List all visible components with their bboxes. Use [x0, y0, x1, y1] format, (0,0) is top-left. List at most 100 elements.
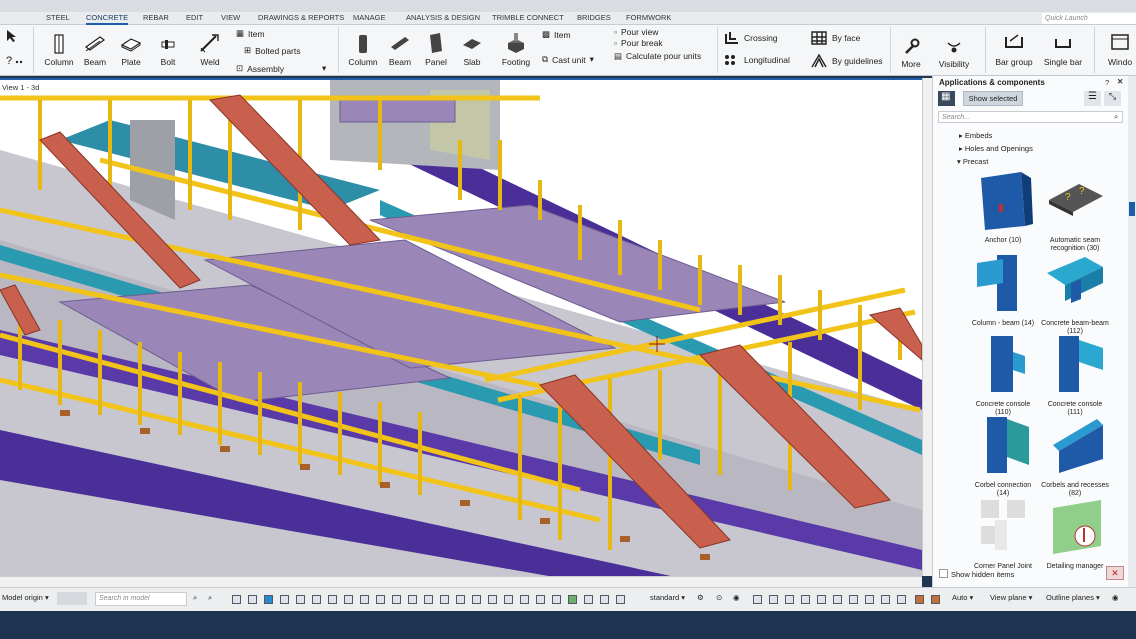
tree-item-embeds[interactable]: ▸ Embeds [959, 131, 992, 140]
snap-tool-button[interactable]: ? [5, 53, 25, 69]
view-tool-icon[interactable] [753, 595, 762, 604]
view-align-icon[interactable] [881, 595, 890, 604]
select-welds-icon[interactable] [328, 595, 337, 604]
cast-unit-button[interactable]: ⧉ Cast unit ▾ [542, 54, 594, 65]
select-icon[interactable] [232, 595, 241, 604]
view-square-icon[interactable] [801, 595, 810, 604]
model-origin-dropdown[interactable]: Model origin ▾ [2, 593, 49, 602]
bolted-parts-button[interactable]: ⊞ Bolted parts [244, 45, 301, 56]
view-measure-icon[interactable] [897, 595, 906, 604]
slab-button[interactable]: Slab [460, 33, 484, 67]
component-concrete-console-110[interactable]: Concrete console (110) [969, 334, 1037, 417]
tab-edit[interactable]: EDIT [186, 13, 203, 22]
tab-trimble-connect[interactable]: TRIMBLE CONNECT [492, 13, 564, 22]
select-tool-button[interactable] [5, 29, 19, 45]
calculate-pour-units-button[interactable]: ▤ Calculate pour units [614, 51, 706, 61]
snap-midpoint-icon[interactable] [408, 595, 417, 604]
select-objects-icon[interactable] [264, 595, 273, 604]
component-corner-panel-joint[interactable]: Corner Panel Joint [969, 496, 1037, 571]
snap-settings-icon[interactable] [616, 595, 625, 604]
snap-tangent-icon[interactable] [520, 595, 529, 604]
standard-dropdown[interactable]: standard ▾ [650, 593, 685, 602]
concrete-column-button[interactable]: Column [348, 33, 378, 67]
viewport-vertical-scrollbar[interactable] [922, 78, 932, 576]
eye-icon[interactable]: ◉ [733, 593, 740, 602]
bolt-button[interactable]: Bolt [156, 33, 180, 67]
snap-nearest-icon[interactable] [456, 595, 465, 604]
crossing-button[interactable]: Crossing [724, 30, 778, 46]
tab-formwork[interactable]: FORMWORK [626, 13, 671, 22]
assembly-button[interactable]: ⊡ Assembly ▾ [236, 63, 326, 74]
visibility-button[interactable]: Visibility [936, 37, 972, 69]
bar-group-button[interactable]: Bar group [994, 31, 1034, 67]
tab-concrete[interactable]: CONCRETE [86, 13, 129, 25]
tree-item-precast[interactable]: ▾ Precast [957, 157, 988, 166]
snap-geometry-icon[interactable] [552, 595, 561, 604]
concrete-item-button[interactable]: ▩ Item [542, 29, 571, 40]
concrete-beam-button[interactable]: Beam [387, 33, 413, 67]
snap-endpoint-icon[interactable] [376, 595, 385, 604]
filter-icon[interactable]: ⊙ [716, 593, 722, 602]
window-button[interactable]: Windo [1104, 31, 1136, 67]
plate-button[interactable]: Plate [118, 33, 144, 67]
model-search-input[interactable]: Search in model [95, 592, 187, 606]
snap-grid-icon[interactable] [584, 595, 593, 604]
component-corbel-connection[interactable]: Corbel connection (14) [969, 415, 1037, 498]
panel-button[interactable]: Panel [424, 31, 448, 67]
component-detailing-manager[interactable]: Detailing manager [1041, 496, 1109, 571]
by-guidelines-button[interactable]: By guidelines [810, 53, 883, 69]
steel-beam-button[interactable]: Beam [82, 33, 108, 67]
view-shade-icon[interactable] [833, 595, 842, 604]
select-components-icon[interactable] [280, 595, 289, 604]
snap-line-icon[interactable] [472, 595, 481, 604]
select-grids-icon[interactable] [344, 595, 353, 604]
component-concrete-console-111[interactable]: Concrete console (111) [1041, 334, 1109, 417]
view-color-icon[interactable] [915, 595, 924, 604]
single-bar-button[interactable]: Single bar [1042, 31, 1084, 67]
snap-intersection-icon[interactable] [392, 595, 401, 604]
tree-item-holes-openings[interactable]: ▸ Holes and Openings [959, 144, 1033, 153]
collapse-icon[interactable]: ⤡ [1104, 91, 1121, 106]
search-icon[interactable]: ⌕ [1114, 112, 1118, 122]
origin-buttons[interactable] [57, 592, 87, 605]
tab-view[interactable]: VIEW [221, 13, 240, 22]
select-lines-icon[interactable] [312, 595, 321, 604]
quick-launch-input[interactable]: Quick Launch [1042, 13, 1136, 24]
view-box-icon[interactable] [769, 595, 778, 604]
view-wire-icon[interactable] [849, 595, 858, 604]
pour-break-button[interactable]: ▫ Pour break [614, 38, 663, 48]
zoom-search-icon[interactable]: ⌕ [208, 593, 212, 603]
component-automatic-seam-recognition[interactable]: ?? Automatic seam recognition (30) [1041, 170, 1109, 253]
steel-column-button[interactable]: Column [44, 33, 74, 67]
tab-rebar[interactable]: REBAR [143, 13, 169, 22]
tab-analysis-design[interactable]: ANALYSIS & DESIGN [406, 13, 480, 22]
snap-free-icon[interactable] [488, 595, 497, 604]
tab-steel[interactable]: STEEL [46, 13, 70, 22]
clear-filter-icon[interactable]: ✕ [1106, 566, 1124, 580]
snap-plane-icon[interactable] [536, 595, 545, 604]
snap-reference-icon[interactable] [568, 595, 577, 604]
component-concrete-beam-beam[interactable]: Concrete beam-beam (112) [1041, 253, 1109, 336]
tab-manage[interactable]: MANAGE [353, 13, 386, 22]
auto-dropdown[interactable]: Auto ▾ [952, 593, 973, 602]
component-anchor[interactable]: Anchor (10) [969, 170, 1037, 245]
help-icon[interactable]: ? [1105, 78, 1109, 87]
more-button[interactable]: More [898, 37, 924, 69]
longitudinal-button[interactable]: Longitudinal [724, 53, 790, 67]
weld-button[interactable]: Weld [196, 31, 224, 67]
tab-bridges[interactable]: BRIDGES [577, 13, 611, 22]
tab-drawings-reports[interactable]: DRAWINGS & REPORTS [258, 13, 344, 22]
list-view-icon[interactable]: ☰ [1084, 91, 1101, 106]
select-reference-icon[interactable] [360, 595, 369, 604]
view-circle-icon[interactable] [785, 595, 794, 604]
view-cross-icon[interactable] [817, 595, 826, 604]
search-icon[interactable]: ⌕ [193, 593, 197, 603]
view-plane-dropdown[interactable]: View plane ▾ [990, 593, 1032, 602]
steel-item-button[interactable]: ▦ Item [236, 28, 265, 39]
pour-view-button[interactable]: ▫ Pour view [614, 27, 658, 37]
outline-planes-dropdown[interactable]: Outline planes ▾ [1046, 593, 1100, 602]
model-viewport[interactable]: View 1 - 3d [0, 78, 922, 576]
side-tab-active[interactable] [1129, 202, 1135, 216]
snap-extension-icon[interactable] [504, 595, 513, 604]
by-face-button[interactable]: By face [810, 30, 860, 46]
